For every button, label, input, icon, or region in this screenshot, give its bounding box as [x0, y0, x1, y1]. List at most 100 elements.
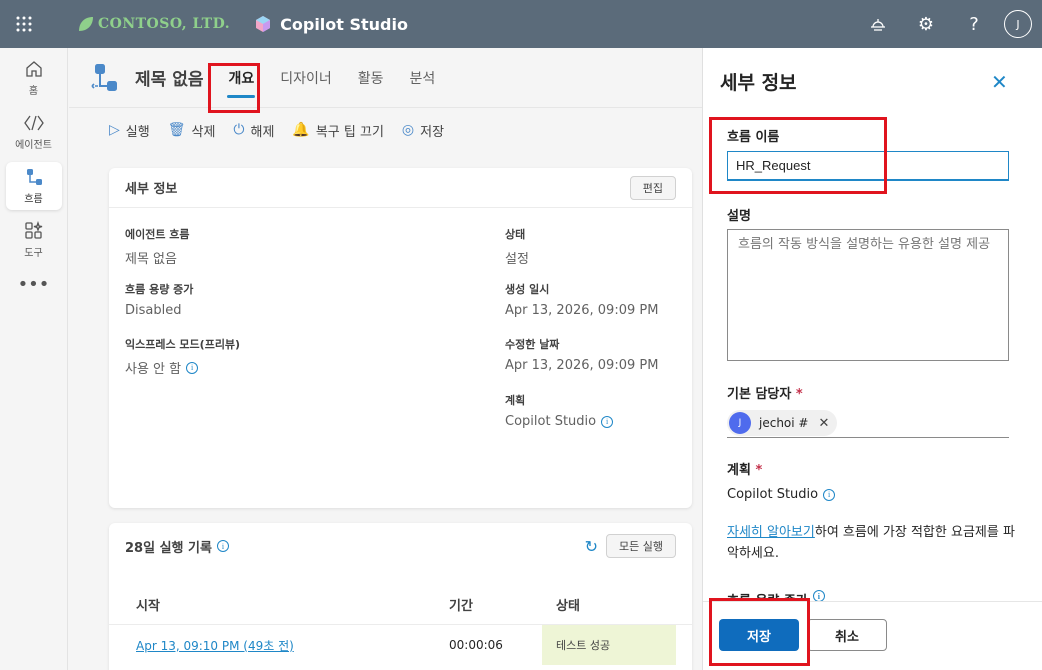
save-button[interactable]: 저장 [719, 619, 799, 651]
details-card: 세부 정보 편집 에이전트 흐름 제목 없음 흐름 용량 증가 Disabled… [109, 168, 692, 508]
column-duration[interactable]: 기간 [422, 595, 542, 614]
flow-icon [26, 169, 42, 185]
page-title: 제목 없음 [135, 70, 204, 90]
status-label: 상태 [505, 228, 526, 241]
required-marker: * [755, 463, 763, 478]
info-icon[interactable]: i [823, 488, 836, 501]
created-field: 생성 일시 Apr 13, 2026, 09:09 PM [505, 281, 658, 318]
owner-name: jechoi # [759, 416, 809, 430]
brand-name: CONTOSO, LTD. [98, 16, 231, 32]
top-bar: CONTOSO, LTD. Copilot Studio ⚙ ? J [0, 0, 1042, 48]
brand-logo: CONTOSO, LTD. [76, 14, 230, 34]
help-icon[interactable]: ? [950, 0, 998, 48]
nav-item-home[interactable]: 홈 [6, 54, 62, 102]
run-table-header: 시작 기간 상태 [109, 585, 692, 625]
agent-icon [23, 115, 44, 131]
settings-gear-icon[interactable]: ⚙ [902, 0, 950, 48]
edit-button[interactable]: 편집 [629, 175, 676, 200]
created-value: Apr 13, 2026, 09:09 PM [505, 303, 659, 318]
run-button[interactable]: ▷ 실행 [109, 121, 150, 140]
required-marker: * [795, 387, 803, 402]
panel-plan-value: Copilot Studio [727, 487, 819, 502]
owner-picker[interactable]: J jechoi # ✕ [727, 408, 1009, 438]
save-command-button[interactable]: ◎ 저장 [402, 121, 444, 140]
turn-off-label: 해제 [250, 124, 275, 140]
delete-button[interactable]: 🗑 삭제 [168, 121, 216, 140]
express-mode-field: 익스프레스 모드(프리뷰) 사용 안 함 i [125, 336, 240, 377]
plan-field: 계획 Copilot Studio i [505, 392, 614, 429]
tab-designer[interactable]: 디자이너 [267, 48, 345, 108]
nav-item-tools[interactable]: 도구 [6, 216, 62, 264]
learn-more-link[interactable]: 자세히 알아보기 [727, 525, 815, 540]
status-field: 상태 설정 [505, 226, 529, 267]
run-history-card: 28일 실행 기록 i ↻ 모든 실행 시작 기간 상태 Apr 13, 09:… [109, 523, 692, 670]
tab-analytics[interactable]: 분석 [397, 48, 449, 108]
product-label: Copilot Studio [280, 14, 408, 34]
owner-label: 기본 담당자 [727, 387, 792, 402]
nav-label-tools: 도구 [24, 248, 43, 259]
status-value: 설정 [505, 252, 529, 267]
cancel-button[interactable]: 취소 [807, 619, 887, 651]
nav-label-agents: 에이전트 [15, 140, 52, 151]
remove-owner-icon[interactable]: ✕ [818, 416, 829, 431]
info-icon[interactable]: i [601, 415, 614, 428]
refresh-icon[interactable]: ↻ [585, 537, 598, 556]
command-bar: ▷ 실행 🗑 삭제 ⏻ 해제 🔔 복구 팁 끄기 ◎ 저장 [69, 108, 702, 152]
table-row: Apr 13, 09:10 PM (49초 전) 00:00:06 테스트 성공 [109, 625, 692, 665]
flow-name-input[interactable] [727, 151, 1009, 181]
page-header: 제목 없음 개요 디자이너 활동 분석 [69, 48, 702, 108]
plan-label-wrap: 계획 * [727, 459, 762, 478]
capacity-label-cut: 흐름 용량 증가 i [727, 586, 825, 602]
column-status[interactable]: 상태 [542, 585, 692, 624]
main-content: 제목 없음 개요 디자이너 활동 분석 ▷ 실행 🗑 삭제 ⏻ 해제 🔔 복구 팁 끄기… [69, 48, 702, 670]
modified-label: 수정한 날짜 [505, 338, 560, 351]
capacity-field: 흐름 용량 증가 Disabled [125, 281, 193, 318]
capacity-value: Disabled [125, 303, 182, 318]
panel-plan-row: Copilot Studio i [727, 487, 836, 502]
leaf-icon [79, 17, 93, 31]
plan-value: Copilot Studio [505, 414, 597, 429]
trash-icon: 🗑 [167, 122, 186, 138]
bell-icon: 🔔 [292, 122, 310, 138]
repair-tips-label: 복구 팁 끄기 [315, 124, 384, 140]
tab-overview[interactable]: 개요 [215, 48, 267, 108]
all-runs-button[interactable]: 모든 실행 [606, 534, 676, 558]
save-command-label: 저장 [420, 124, 445, 140]
flow-name-label: 흐름 이름 [727, 130, 780, 145]
nav-item-agents[interactable]: 에이전트 [6, 108, 62, 156]
repair-tips-off-button[interactable]: 🔔 복구 팁 끄기 [292, 121, 384, 140]
agent-flow-value: 제목 없음 [125, 252, 177, 267]
column-start[interactable]: 시작 [109, 595, 422, 614]
description-textarea[interactable] [727, 229, 1009, 361]
agent-flow-label: 에이전트 흐름 [125, 228, 190, 241]
product-name[interactable]: Copilot Studio [254, 15, 408, 34]
info-icon[interactable]: i [186, 361, 199, 374]
panel-plan-label: 계획 [727, 463, 751, 478]
tab-activity[interactable]: 활동 [345, 48, 397, 108]
agent-flow-field: 에이전트 흐름 제목 없음 [125, 226, 190, 267]
play-icon: ▷ [109, 122, 120, 138]
modified-field: 수정한 날짜 Apr 13, 2026, 09:09 PM [505, 336, 658, 373]
left-navigation: 홈 에이전트 흐름 도구 ••• [0, 48, 68, 670]
delete-label: 삭제 [191, 124, 216, 140]
user-avatar[interactable]: J [1004, 10, 1032, 38]
owner-avatar: J [729, 412, 751, 434]
environment-icon[interactable] [854, 0, 902, 48]
more-options-icon[interactable]: ••• [0, 274, 67, 295]
info-icon[interactable]: i [216, 540, 229, 552]
run-start-link[interactable]: Apr 13, 09:10 PM (49초 전) [136, 639, 294, 653]
power-icon: ⏻ [233, 122, 245, 138]
created-label: 생성 일시 [505, 283, 550, 296]
turn-off-button[interactable]: ⏻ 해제 [233, 121, 274, 140]
run-duration: 00:00:06 [449, 638, 503, 652]
flow-title-icon [91, 63, 117, 91]
nav-label-flows: 흐름 [24, 194, 43, 205]
app-launcher-icon[interactable] [0, 0, 48, 48]
nav-label-home: 홈 [28, 86, 39, 97]
run-status-badge: 테스트 성공 [542, 625, 676, 665]
owner-label-wrap: 기본 담당자 * [727, 383, 803, 402]
close-icon[interactable]: ✕ [991, 70, 1008, 94]
run-label: 실행 [125, 124, 150, 140]
panel-title: 세부 정보 [720, 72, 797, 94]
nav-item-flows[interactable]: 흐름 [5, 162, 62, 210]
